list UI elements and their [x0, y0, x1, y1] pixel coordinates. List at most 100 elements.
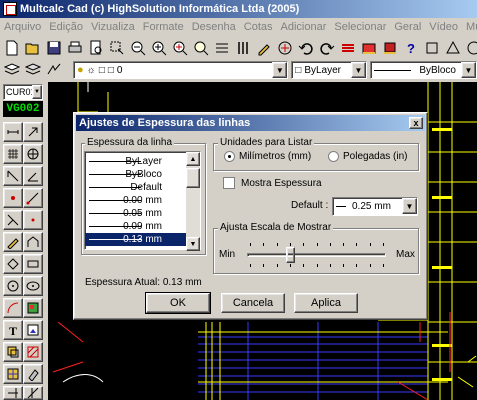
menu-adicionar[interactable]: Adicionar [277, 21, 331, 33]
lineweight-list-item[interactable]: 0.05 mm [85, 207, 188, 220]
ellipse-icon[interactable] [23, 276, 43, 296]
chevron-down-icon[interactable]: ▼ [461, 62, 476, 78]
scale-slider[interactable] [244, 243, 389, 267]
grid-icon[interactable] [3, 144, 23, 164]
rectangle-icon[interactable] [23, 254, 43, 274]
current-layer-combo[interactable]: CUR01 ▼ [3, 84, 43, 100]
eraser-icon[interactable] [23, 364, 43, 384]
radio-in-indicator[interactable] [328, 151, 339, 162]
menu-desenha[interactable]: Desenha [188, 21, 240, 33]
lineweight-list-item[interactable]: Default [85, 181, 188, 194]
lineweight-list-item[interactable]: ByLayer [85, 155, 188, 168]
zoom-in-icon[interactable] [149, 38, 169, 58]
menu-video[interactable]: Vídeo [425, 21, 462, 33]
print-icon[interactable] [65, 38, 85, 58]
rhombus-icon[interactable] [3, 254, 23, 274]
region-icon[interactable] [3, 342, 23, 362]
zoom-all-icon[interactable] [191, 38, 211, 58]
layer-properties-icon[interactable] [359, 38, 379, 58]
menu-arquivo[interactable]: Arquivo [0, 21, 45, 33]
layer-state-icon[interactable] [380, 38, 400, 58]
circle-icon[interactable] [464, 38, 477, 58]
default-combo[interactable]: 0.25 mm ▼ [332, 197, 418, 216]
chevron-down-icon[interactable]: ▼ [402, 198, 417, 214]
menu-vizualiza[interactable]: Vizualiza [87, 21, 139, 33]
angle-icon[interactable] [23, 166, 43, 186]
hatch-icon[interactable] [212, 38, 232, 58]
undo-icon[interactable] [296, 38, 316, 58]
target-icon[interactable] [23, 144, 43, 164]
zoom-window-icon[interactable] [107, 38, 127, 58]
zoom-extents-icon[interactable] [170, 38, 190, 58]
lineweight-combo[interactable]: ByBloco ▼ [370, 61, 477, 79]
layer-previous-icon[interactable] [23, 60, 43, 80]
apply-button[interactable]: Aplica [294, 293, 358, 313]
columns-icon[interactable] [233, 38, 253, 58]
save-icon[interactable] [44, 38, 64, 58]
lineweight-list-item[interactable]: ByBloco [85, 168, 188, 181]
menu-multcalc[interactable]: Multcalc NBR6 [462, 21, 477, 33]
extend-icon[interactable] [3, 386, 23, 400]
arc-icon[interactable] [3, 298, 23, 318]
pencil-icon[interactable] [254, 38, 274, 58]
menu-geral[interactable]: Geral [390, 21, 425, 33]
menu-formate[interactable]: Formate [139, 21, 188, 33]
xline-icon[interactable] [3, 210, 23, 230]
polyline-icon[interactable] [23, 232, 43, 252]
ok-button[interactable]: OK [145, 292, 211, 314]
new-file-icon[interactable] [2, 38, 22, 58]
block-icon[interactable] [23, 298, 43, 318]
zoom-out-icon[interactable] [128, 38, 148, 58]
dot-icon[interactable] [23, 210, 43, 230]
table-icon[interactable] [3, 364, 23, 384]
chevron-down-icon[interactable]: ▼ [32, 85, 42, 99]
point-icon[interactable] [3, 188, 23, 208]
menu-selecionar[interactable]: Selecionar [330, 21, 390, 33]
square-icon[interactable] [422, 38, 442, 58]
lineweight-list[interactable]: ByLayer ByBloco Default 0.00 mm 0.05 mm 0.09 … [84, 151, 201, 251]
show-lineweight-checkbox[interactable]: Mostra Espessura [223, 177, 322, 189]
help-icon[interactable]: ? [401, 38, 421, 58]
line-icon[interactable] [23, 188, 43, 208]
menu-cotas[interactable]: Cotas [240, 21, 277, 33]
insert-image-icon[interactable] [23, 320, 43, 340]
text-icon[interactable]: T [3, 320, 23, 340]
chevron-down-icon[interactable]: ▼ [272, 62, 288, 78]
circle-tool-icon[interactable] [3, 276, 23, 296]
snap-icon[interactable] [275, 38, 295, 58]
trim-icon[interactable] [23, 386, 43, 400]
list-scrollbar[interactable]: ▲ ▼ [186, 152, 200, 251]
layer-manager-icon[interactable] [2, 60, 22, 80]
scroll-up-icon[interactable]: ▲ [186, 152, 200, 166]
corner-icon[interactable] [3, 166, 23, 186]
radio-mm[interactable]: Milímetros (mm) [224, 151, 311, 162]
radio-in[interactable]: Polegadas (in) [328, 151, 407, 162]
redo-icon[interactable] [317, 38, 337, 58]
print-preview-icon[interactable] [86, 38, 106, 58]
scroll-down-icon[interactable]: ▼ [186, 237, 200, 251]
triangle-icon[interactable] [443, 38, 463, 58]
radio-mm-label: Milímetros (mm) [239, 151, 312, 162]
cancel-button[interactable]: Cancela [221, 293, 285, 313]
pen-icon[interactable] [3, 232, 23, 252]
open-folder-icon[interactable] [23, 38, 43, 58]
linetype-combo[interactable]: □ ByLayer ▼ [291, 61, 367, 79]
lineweight-list-item[interactable]: 0.13 mm [85, 233, 188, 246]
close-icon[interactable]: x [409, 117, 423, 129]
radio-mm-indicator[interactable] [224, 151, 235, 162]
slider-max-label: Max [396, 249, 415, 260]
make-current-icon[interactable] [44, 60, 64, 80]
layer-icon[interactable] [338, 38, 358, 58]
slider-tick [356, 243, 358, 246]
lineweight-list-item[interactable]: 0.09 mm [85, 220, 188, 233]
lineweight-list-item[interactable]: 0.00 mm [85, 194, 188, 207]
arrow-icon[interactable] [23, 122, 43, 142]
menu-edicao[interactable]: Edição [45, 21, 87, 33]
chevron-down-icon[interactable]: ▼ [351, 62, 366, 78]
hatch-tool-icon[interactable] [23, 342, 43, 362]
scroll-thumb[interactable] [186, 168, 200, 188]
slider-thumb[interactable] [286, 247, 295, 263]
layer-combo[interactable]: ● ☼ □ □ 0 ▼ [73, 61, 289, 79]
show-lineweight-box[interactable] [223, 177, 235, 189]
move-icon[interactable] [3, 122, 23, 142]
